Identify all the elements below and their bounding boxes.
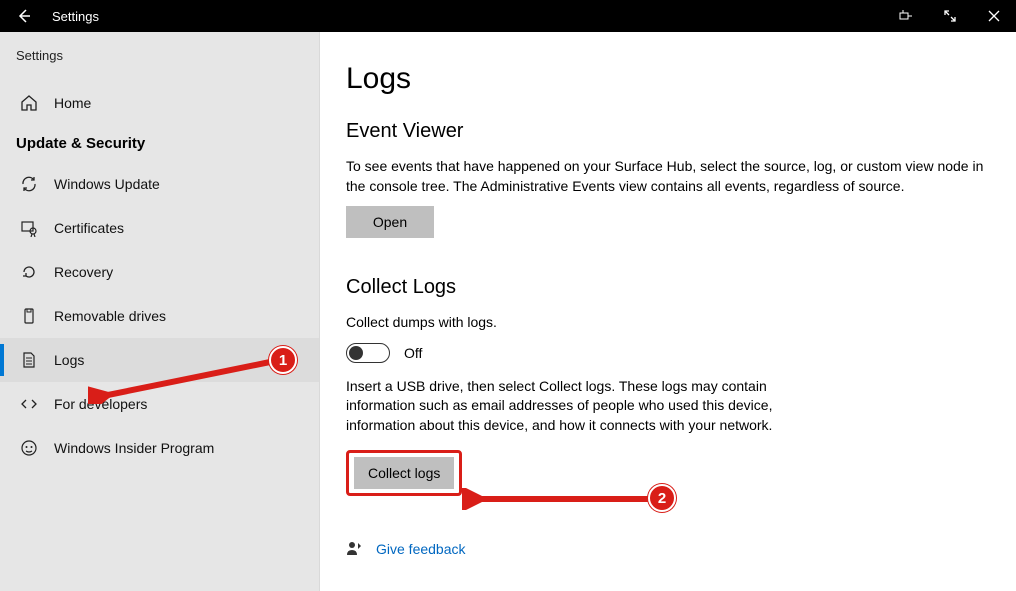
recovery-icon [20, 263, 38, 281]
collect-dumps-label: Collect dumps with logs. [346, 313, 996, 333]
give-feedback-link[interactable]: Give feedback [376, 541, 466, 557]
sidebar-item-label: Logs [54, 352, 84, 368]
sidebar-item-windows-insider[interactable]: Windows Insider Program [0, 426, 319, 470]
sync-icon [20, 175, 38, 193]
home-icon [20, 94, 38, 112]
pin-icon [899, 9, 913, 23]
sidebar-item-for-developers[interactable]: For developers [0, 382, 319, 426]
annotation-badge-2: 2 [648, 484, 676, 512]
sidebar-item-label: Home [54, 95, 91, 111]
sidebar-item-certificates[interactable]: Certificates [0, 206, 319, 250]
page-title: Logs [346, 62, 996, 96]
annotation-highlight-collect: Collect logs [346, 450, 462, 496]
window-title: Settings [52, 9, 99, 24]
sidebar-item-label: For developers [54, 396, 147, 412]
breadcrumb[interactable]: Settings [0, 44, 319, 73]
insider-icon [20, 439, 38, 457]
collect-logs-button[interactable]: Collect logs [354, 457, 454, 489]
sidebar-item-label: Removable drives [54, 308, 166, 324]
close-button[interactable] [972, 0, 1016, 32]
collect-logs-heading: Collect Logs [346, 276, 996, 299]
maximize-icon [943, 9, 957, 23]
back-arrow-icon [16, 8, 32, 24]
sidebar: Settings Home Update & Security Windows … [0, 32, 320, 591]
certificate-icon [20, 219, 38, 237]
back-button[interactable] [8, 0, 40, 32]
developers-icon [20, 395, 38, 413]
event-viewer-description: To see events that have happened on your… [346, 157, 996, 196]
sidebar-item-label: Windows Insider Program [54, 440, 214, 456]
usb-icon [20, 307, 38, 325]
sidebar-item-label: Certificates [54, 220, 124, 236]
close-icon [988, 10, 1000, 22]
sidebar-item-label: Windows Update [54, 176, 160, 192]
maximize-button[interactable] [928, 0, 972, 32]
feedback-icon [346, 540, 364, 558]
document-icon [20, 351, 38, 369]
collect-dumps-toggle[interactable] [346, 343, 390, 363]
sidebar-item-recovery[interactable]: Recovery [0, 250, 319, 294]
toggle-knob-icon [349, 346, 363, 360]
titlebar: Settings [0, 0, 1016, 32]
sidebar-item-windows-update[interactable]: Windows Update [0, 162, 319, 206]
annotation-badge-1: 1 [269, 346, 297, 374]
pin-button[interactable] [884, 0, 928, 32]
sidebar-item-label: Recovery [54, 264, 113, 280]
sidebar-section-title: Update & Security [0, 117, 319, 162]
collect-logs-description: Insert a USB drive, then select Collect … [346, 377, 776, 436]
event-viewer-heading: Event Viewer [346, 120, 996, 143]
sidebar-item-removable-drives[interactable]: Removable drives [0, 294, 319, 338]
open-button[interactable]: Open [346, 206, 434, 238]
toggle-state-label: Off [404, 345, 422, 361]
sidebar-item-home[interactable]: Home [0, 73, 319, 117]
